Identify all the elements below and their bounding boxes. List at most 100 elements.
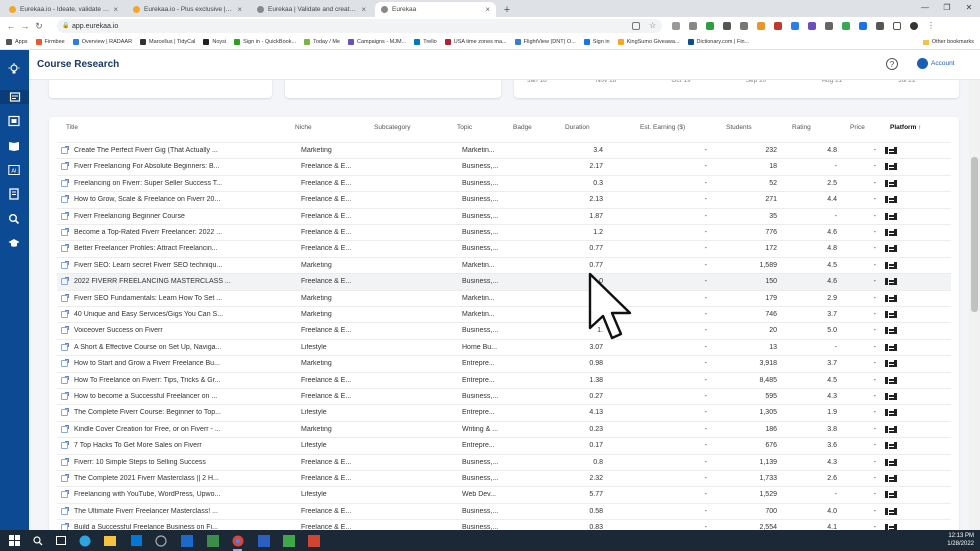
table-row[interactable]: Kindle Cover Creation for Free, or on Fi…	[57, 422, 951, 439]
cell-title[interactable]: A Short & Effective Course on Set Up, Na…	[74, 344, 234, 351]
external-link-icon[interactable]	[61, 178, 69, 187]
windows-start-icon[interactable]	[8, 534, 21, 547]
extension-icon[interactable]	[706, 22, 714, 30]
table-row[interactable]: Fiverr: 10 Simple Steps to Selling Succe…	[57, 455, 951, 471]
table-row[interactable]: The Ultimate Fiverr Freelancer Mastercla…	[57, 504, 951, 521]
extension-icon[interactable]	[723, 22, 731, 30]
back-icon[interactable]: ←	[4, 21, 18, 31]
other-bookmarks[interactable]: Other bookmarks	[922, 39, 974, 45]
share-icon[interactable]	[632, 22, 640, 30]
bookmark-item[interactable]: Campaigns - MJM...	[347, 39, 406, 45]
external-link-icon[interactable]	[61, 228, 69, 236]
lightbulb-icon[interactable]	[7, 62, 21, 76]
cell-title[interactable]: 7 Top Hacks To Get More Sales on Fiverr	[74, 442, 234, 449]
extension-icon[interactable]	[689, 22, 697, 30]
external-link-icon[interactable]	[61, 326, 69, 335]
cell-title[interactable]: 2022 FIVERR FREELANCING MASTERCLASS ...	[74, 278, 234, 285]
url-field[interactable]: 🔒 app.eurekaa.io	[57, 19, 662, 33]
close-tab-icon[interactable]: ×	[113, 5, 118, 14]
external-link-icon[interactable]	[61, 211, 69, 220]
image-icon[interactable]	[7, 114, 21, 128]
cell-title[interactable]: Create The Perfect Fiverr Gig (That Actu…	[74, 147, 234, 154]
table-row[interactable]: Fiverr SEO Fundamentals: Learn How To Se…	[57, 291, 951, 307]
close-tab-icon[interactable]: ×	[237, 5, 242, 14]
document-icon[interactable]	[7, 187, 21, 201]
chrome-icon[interactable]	[231, 534, 244, 551]
column-header[interactable]: Title	[66, 124, 78, 131]
cell-title[interactable]: The Complete 2021 Fiverr Masterclass || …	[74, 475, 234, 482]
external-link-icon[interactable]	[61, 408, 69, 417]
external-link-icon[interactable]	[61, 162, 69, 171]
bookmark-item[interactable]: FlightView (DNT) O...	[514, 39, 576, 45]
star-icon[interactable]: ☆	[649, 22, 657, 30]
external-link-icon[interactable]	[61, 392, 69, 400]
bookmark-item[interactable]: Sign in	[583, 39, 610, 45]
table-row[interactable]: 40 Unique and Easy Services/Gigs You Can…	[57, 307, 951, 324]
bookmark-item[interactable]: Noysi	[203, 39, 226, 45]
bookmark-item[interactable]: Today / Me	[304, 39, 340, 45]
cell-title[interactable]: Fiverr SEO Fundamentals: Learn How To Se…	[74, 295, 234, 302]
extension-icon[interactable]	[859, 22, 867, 30]
table-row[interactable]: A Short & Effective Course on Set Up, Na…	[57, 340, 951, 357]
minimize-icon[interactable]: —	[914, 3, 936, 12]
table-row[interactable]: Freelancing with YouTube, WordPress, Upw…	[57, 487, 951, 504]
table-row[interactable]: Build a Successful Freelance Business on…	[57, 520, 951, 530]
external-link-icon[interactable]	[61, 457, 69, 466]
external-link-icon[interactable]	[61, 490, 69, 499]
file-explorer-icon[interactable]	[103, 534, 116, 547]
external-link-icon[interactable]	[61, 375, 69, 384]
table-row[interactable]: How to Start and Grow a Fiverr Freelance…	[57, 356, 951, 373]
new-tab-button[interactable]: +	[500, 2, 514, 17]
table-row[interactable]: 2022 FIVERR FREELANCING MASTERCLASS ... F…	[57, 274, 951, 291]
cell-title[interactable]: Freelancing on Fiverr: Super Seller Succ…	[74, 180, 234, 187]
cell-title[interactable]: Freelancing with YouTube, WordPress, Upw…	[74, 491, 234, 498]
column-header[interactable]: Badge	[513, 124, 532, 131]
column-header[interactable]: Subcategory	[374, 124, 411, 131]
external-link-icon[interactable]	[61, 293, 69, 302]
table-row[interactable]: The Complete Fiverr Course: Beginner to …	[57, 405, 951, 422]
store-icon[interactable]	[130, 534, 143, 547]
cell-title[interactable]: Voiceover Success on Fiverr	[74, 327, 234, 334]
external-link-icon[interactable]	[61, 195, 69, 204]
table-row[interactable]: How To Freelance on Fiverr: Tips, Tricks…	[57, 373, 951, 389]
bookmark-item[interactable]: Marcellus | TidyCal	[140, 39, 195, 45]
profile-avatar[interactable]	[910, 22, 918, 30]
mail-icon[interactable]	[180, 534, 193, 547]
puzzle-icon[interactable]	[876, 22, 884, 30]
dell-icon[interactable]	[154, 534, 167, 547]
extension-icon[interactable]	[757, 22, 765, 30]
extension-icon[interactable]	[774, 22, 782, 30]
table-row[interactable]: Create The Perfect Fiverr Gig (That Actu…	[57, 143, 951, 160]
table-row[interactable]: Fiverr SEO: Learn secret Fiverr SEO tech…	[57, 258, 951, 275]
external-link-icon[interactable]	[61, 342, 69, 351]
cell-title[interactable]: How to Grow, Scale & Freelance on Fiverr…	[74, 196, 234, 203]
edge-icon[interactable]	[78, 534, 91, 547]
app-icon[interactable]	[206, 534, 219, 547]
table-row[interactable]: Fiverr Freelancing For Absolute Beginner…	[57, 159, 951, 176]
table-row[interactable]: Become a Top-Rated Fiverr Freelancer: 20…	[57, 225, 951, 242]
table-row[interactable]: How to Grow, Scale & Freelance on Fiverr…	[57, 192, 951, 209]
external-link-icon[interactable]	[61, 474, 69, 482]
extension-icon[interactable]	[791, 22, 799, 30]
bookmark-item[interactable]: Trello	[414, 39, 437, 45]
table-row[interactable]: How to become a Successful Freelancer on…	[57, 389, 951, 406]
bookmark-item[interactable]: Dictionary.com | Fin...	[687, 39, 749, 45]
task-view-icon[interactable]	[54, 534, 67, 547]
browser-tab[interactable]: Eurekaa.io - Plus exclusive | App... ×	[127, 2, 248, 17]
external-link-icon[interactable]	[61, 441, 69, 450]
external-link-icon[interactable]	[61, 310, 69, 318]
system-clock[interactable]: 12:13 PM 1/28/2022	[947, 532, 974, 548]
extension-icon[interactable]	[842, 22, 850, 30]
browser-tab[interactable]: Eurekaa | Validate and create co... ×	[251, 2, 372, 17]
table-row[interactable]: The Complete 2021 Fiverr Masterclass || …	[57, 471, 951, 488]
app-icon[interactable]	[257, 534, 270, 547]
page-scrollbar[interactable]	[969, 80, 980, 530]
column-header[interactable]: Price	[850, 124, 865, 131]
extension-icon[interactable]	[672, 22, 680, 30]
column-header[interactable]: Est. Earning ($)	[640, 124, 685, 131]
cell-title[interactable]: Fiverr Freelancing For Absolute Beginner…	[74, 163, 234, 170]
browser-tab[interactable]: Eurekaa ×	[375, 2, 496, 17]
extension-icon[interactable]	[825, 22, 833, 30]
external-link-icon[interactable]	[61, 424, 69, 433]
cell-title[interactable]: Better Freelancer Profiles: Attract Free…	[74, 245, 234, 252]
